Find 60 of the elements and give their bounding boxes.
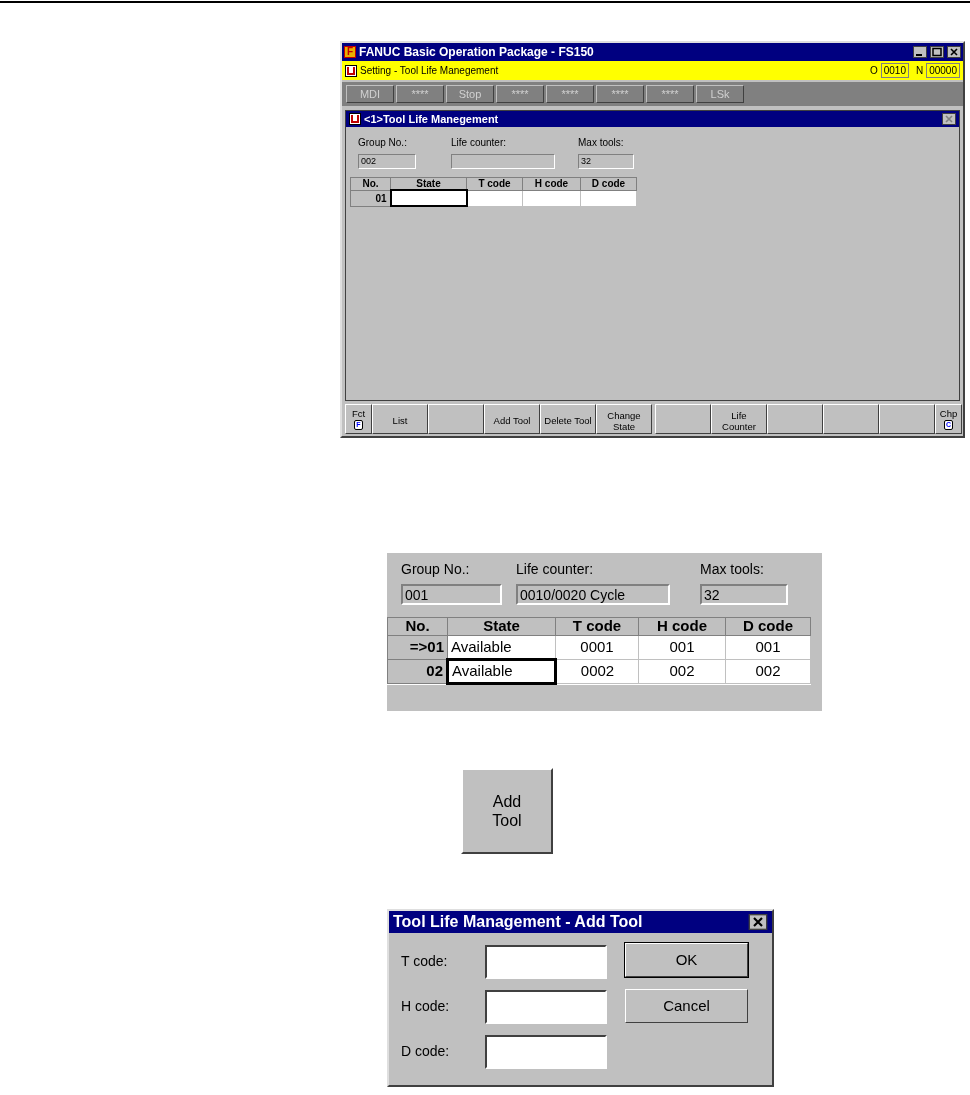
sequence-label: N	[915, 64, 924, 78]
field-label: Max tools:	[578, 136, 625, 150]
row-number: 02	[387, 659, 448, 683]
field-label: Life counter:	[451, 136, 508, 150]
program-label: O	[869, 64, 878, 78]
dialog-button[interactable]: Cancel	[625, 989, 748, 1023]
input-field[interactable]	[485, 989, 607, 1024]
column-header: D code	[580, 177, 637, 190]
table-cell[interactable]: Available	[447, 635, 556, 659]
readonly-field: 001	[401, 584, 502, 605]
column-header: No.	[350, 177, 391, 190]
minimize-icon[interactable]	[913, 46, 927, 58]
readonly-field: 002	[358, 154, 416, 169]
soft-key[interactable]: List	[372, 404, 428, 434]
table-cell[interactable]: Available	[447, 659, 556, 683]
app-logo: F	[344, 46, 356, 58]
add-tool-button[interactable]: Add Tool	[461, 768, 553, 854]
input-field[interactable]	[485, 1034, 607, 1069]
soft-key[interactable]: Add Tool	[484, 404, 540, 434]
close-icon[interactable]	[947, 46, 961, 58]
field-label: Life counter:	[516, 560, 595, 579]
screen-title: Setting - Tool Life Manegement	[360, 64, 500, 78]
field-label: Max tools:	[700, 560, 765, 579]
field-label: Group No.:	[358, 136, 408, 150]
blank-soft-key[interactable]	[879, 404, 935, 434]
soft-key[interactable]: Life Counter	[711, 404, 767, 434]
readonly-field: 32	[700, 584, 788, 605]
field-label: D code:	[401, 1042, 451, 1061]
subwindow-title: <1>Tool Life Manegement	[364, 111, 500, 127]
input-field[interactable]	[485, 944, 607, 979]
field-label: T code:	[401, 952, 449, 971]
column-header: H code	[638, 617, 726, 635]
soft-key[interactable]: Change State	[596, 404, 652, 434]
dialog-button[interactable]: OK	[625, 943, 748, 977]
blank-soft-key[interactable]	[823, 404, 879, 434]
window-title: FANUC Basic Operation Package - FS150	[359, 44, 595, 61]
program-number: 0010	[880, 63, 909, 78]
blank-soft-key[interactable]	[428, 404, 484, 434]
column-header: D code	[725, 617, 811, 635]
column-header: H code	[522, 177, 581, 190]
maximize-icon[interactable]	[930, 46, 944, 58]
dialog-title: Tool Life Management - Add Tool	[393, 912, 643, 932]
tool-icon	[345, 64, 357, 77]
readonly-field: 0010/0020 Cycle	[516, 584, 670, 605]
table-cell[interactable]	[390, 190, 467, 206]
field-label: Group No.:	[401, 560, 471, 579]
field-label: H code:	[401, 997, 451, 1016]
sequence-number: 00000	[926, 63, 960, 78]
tool-icon	[349, 113, 361, 125]
column-header: State	[447, 617, 556, 635]
blank-soft-key[interactable]	[655, 404, 711, 434]
row-number: =>01	[387, 635, 448, 659]
column-header: No.	[387, 617, 448, 635]
column-header: T code	[555, 617, 639, 635]
close-icon[interactable]	[748, 914, 768, 930]
blank-soft-key[interactable]	[767, 404, 823, 434]
column-header: T code	[466, 177, 523, 190]
readonly-field: 32	[578, 154, 634, 169]
close-icon[interactable]	[942, 113, 956, 125]
soft-key[interactable]: Delete Tool	[540, 404, 596, 434]
